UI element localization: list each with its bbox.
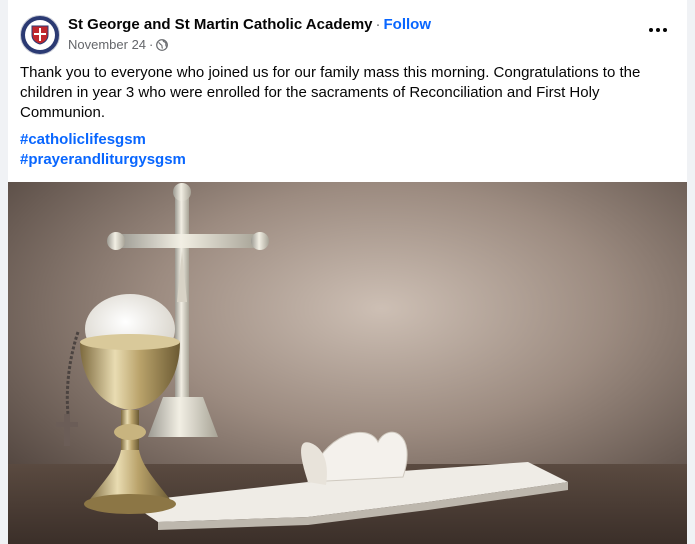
follow-button[interactable]: Follow <box>384 16 432 33</box>
more-dot <box>656 28 660 32</box>
hashtag-link-catholiclifesgsm[interactable]: #catholiclifesgsm <box>20 130 186 150</box>
globe-icon[interactable] <box>156 39 169 51</box>
post-body-text: Thank you to everyone who joined us for … <box>20 64 641 121</box>
avatar-inner <box>25 20 55 50</box>
more-dot <box>663 28 667 32</box>
meta-separator: · <box>149 37 154 52</box>
page-avatar[interactable] <box>20 15 60 55</box>
title-separator: · <box>375 16 381 33</box>
post-photo[interactable] <box>8 182 687 544</box>
hashtag-link-prayerandliturgysgsm[interactable]: #prayerandliturgysgsm <box>20 150 186 170</box>
more-options-icon[interactable] <box>643 20 673 40</box>
title-line: St George and St Martin Catholic Academy… <box>68 15 431 35</box>
post-date-link[interactable]: November 24 <box>68 36 146 54</box>
post-meta: November 24 · <box>68 36 169 54</box>
hashtag-list: #catholiclifesgsm #prayerandliturgysgsm <box>20 130 186 170</box>
more-dot <box>649 28 653 32</box>
page-name-link[interactable]: St George and St Martin Catholic Academy <box>68 16 373 33</box>
post-header: St George and St Martin Catholic Academy… <box>8 0 687 62</box>
post-card: St George and St Martin Catholic Academy… <box>8 0 687 544</box>
school-crest-icon <box>31 25 49 45</box>
